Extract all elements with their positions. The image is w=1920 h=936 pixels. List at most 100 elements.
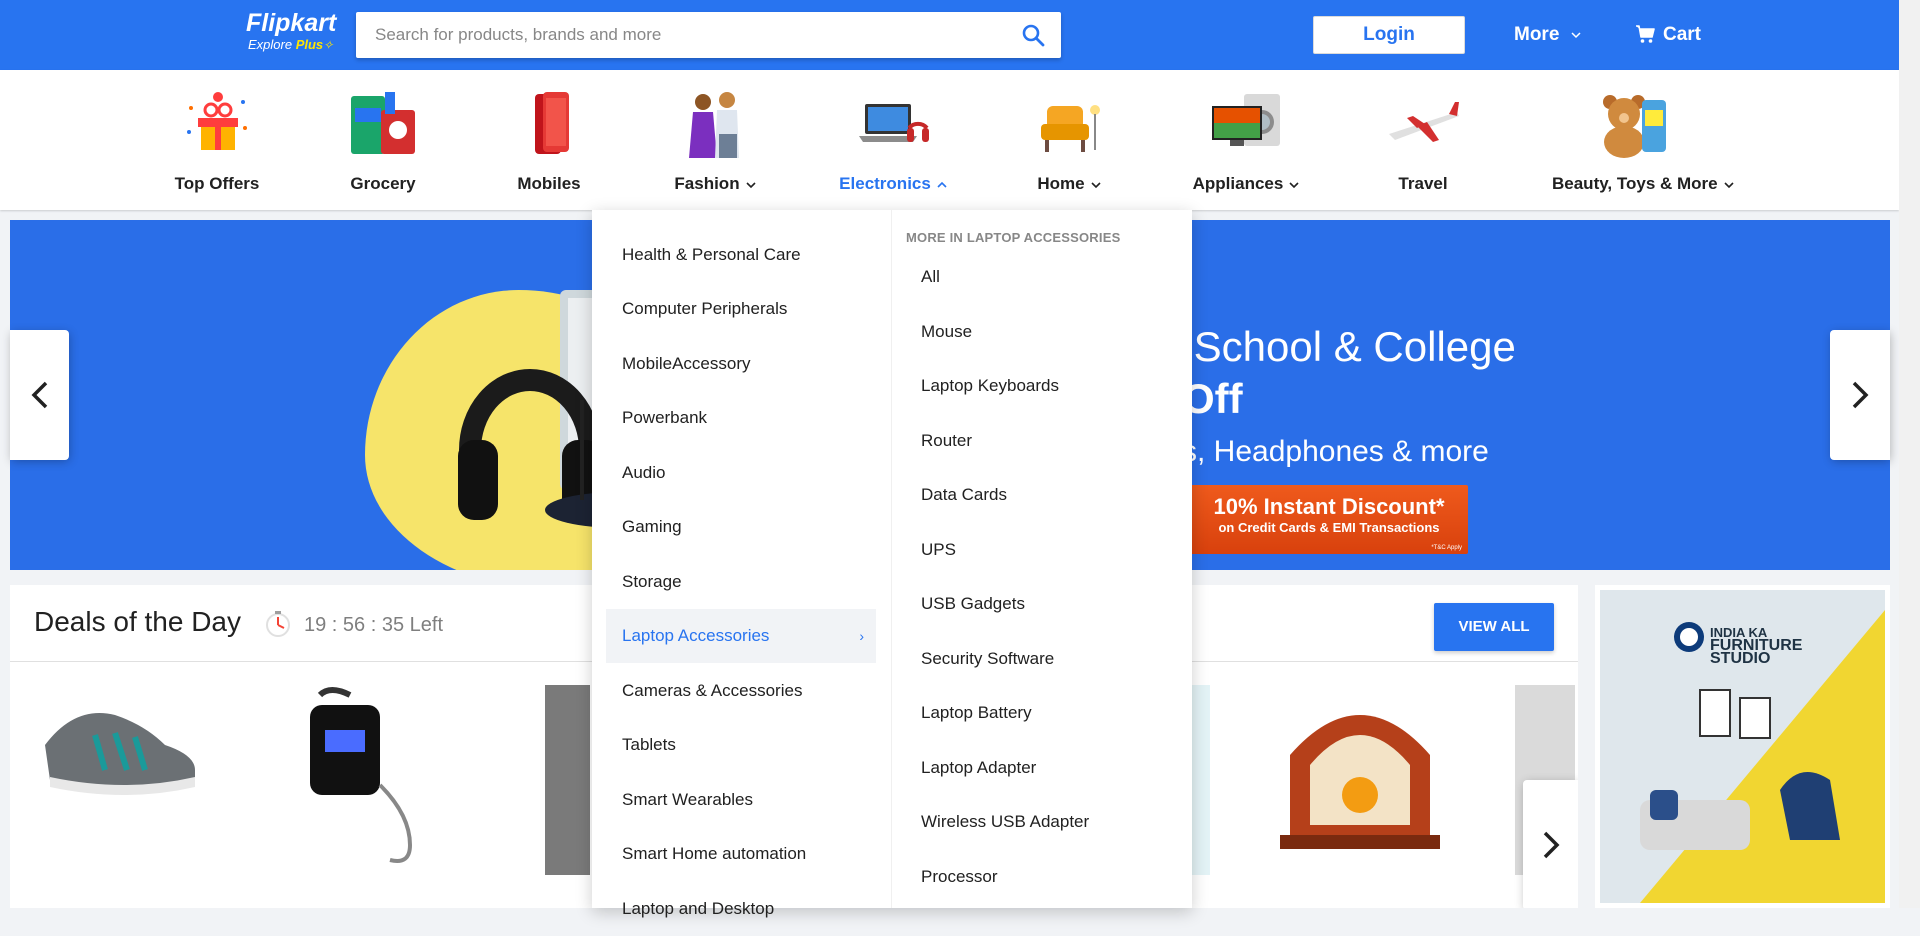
chevron-up-icon [937,181,947,188]
teddy-bear-icon [1596,88,1668,160]
dropdown-subcategory-heading: MORE IN LAPTOP ACCESSORIES [906,230,1121,245]
page-scrollbar[interactable] [1899,0,1920,908]
grocery-icon [347,88,419,160]
category-label: Appliances [1166,174,1326,194]
furniture-ad[interactable]: INDIA KA FURNITURE STUDIO [1595,585,1890,908]
search-input[interactable] [356,12,996,58]
dropdown-item-laptop-and-desktop[interactable]: Laptop and Desktop [606,882,876,936]
subcategory-laptop-battery[interactable]: Laptop Battery [921,702,1032,724]
fashion-people-icon [679,88,751,160]
terms-text: *T&C Apply [1431,545,1462,551]
cart-icon [1636,25,1655,43]
chevron-down-icon [746,181,756,188]
deal-product-partial[interactable] [545,685,590,875]
subcategory-all[interactable]: All [921,266,940,288]
category-label: Top Offers [174,174,260,193]
mobile-phone-icon [513,88,585,160]
subcategory-data-cards[interactable]: Data Cards [921,484,1007,506]
armchair-icon [1033,88,1105,160]
deal-product-shoe[interactable] [35,685,205,805]
chevron-down-icon [1724,181,1734,188]
subcategory-security-software[interactable]: Security Software [921,648,1054,670]
top-header: Flipkart Explore Plus✧ Login More Cart [0,0,1899,70]
search-icon[interactable] [1021,23,1045,47]
chevron-right-icon [1852,381,1869,409]
banner-prev-button[interactable] [10,330,69,460]
dropdown-category-list: Health & Personal Care Computer Peripher… [592,210,892,918]
category-home[interactable]: Home [989,88,1149,194]
category-appliances[interactable]: Appliances [1166,88,1326,194]
logo-subtext: Explore Plus✧ [248,37,334,53]
chevron-down-icon [1091,181,1101,188]
deals-timer: 19 : 56 : 35 Left [304,614,443,636]
whale-logo-icon [1674,622,1704,652]
logo-text: Flipkart [246,9,337,37]
dropdown-item-smart-wearables[interactable]: Smart Wearables [606,773,876,827]
tv-washer-icon [1210,88,1282,160]
banner-headline: r School & College [1168,323,1516,370]
ad-title: INDIA KA FURNITURE STUDIO [1710,625,1803,667]
category-mobiles[interactable]: Mobiles [469,88,629,194]
category-travel[interactable]: Travel [1343,88,1503,194]
dropdown-item-laptop-accessories[interactable]: Laptop Accessories › [606,609,876,663]
subcategory-laptop-adapter[interactable]: Laptop Adapter [921,757,1036,779]
subcategory-router[interactable]: Router [921,430,972,452]
discount-sub-text: on Credit Cards & EMI Transactions [1218,520,1440,535]
dropdown-item-audio[interactable]: Audio [606,446,876,500]
chevron-down-icon [1289,181,1299,188]
furniture-ad-image: INDIA KA FURNITURE STUDIO [1600,590,1885,903]
banner-next-button[interactable] [1830,330,1890,460]
plus-star-icon: ✧ [323,38,334,52]
category-beauty-toys[interactable]: Beauty, Toys & More [1552,88,1734,194]
chevron-left-icon [31,381,47,409]
more-label: More [1514,24,1560,45]
dropdown-item-computer-peripherals[interactable]: Computer Peripherals [606,282,876,336]
chevron-right-icon [1543,831,1559,859]
view-all-button[interactable]: VIEW ALL [1434,603,1554,651]
chevron-right-icon: › [859,628,864,644]
subcategory-usb-gadgets[interactable]: USB Gadgets [921,593,1025,615]
dropdown-item-smart-home-automation[interactable]: Smart Home automation [606,827,876,881]
dropdown-item-label: Laptop Accessories [622,626,770,645]
more-menu[interactable]: More [1514,22,1581,48]
discount-main-text: 10% Instant Discount* [1213,494,1445,519]
category-electronics[interactable]: Electronics [813,88,973,194]
category-navbar: Top Offers Grocery Mobiles Fashion Elect… [0,70,1899,210]
subcategory-wireless-usb-adapter[interactable]: Wireless USB Adapter [921,811,1089,833]
dropdown-item-gaming[interactable]: Gaming [606,500,876,554]
deal-product-luggage-scale[interactable] [280,685,450,875]
chevron-down-icon [1571,32,1581,39]
dropdown-item-health-personal-care[interactable]: Health & Personal Care [606,228,876,282]
category-label: Mobiles [517,174,581,193]
category-fashion[interactable]: Fashion [635,88,795,194]
subcategory-mouse[interactable]: Mouse [921,321,972,343]
category-label: Travel [1398,174,1448,193]
subcategory-processor[interactable]: Processor [921,866,998,888]
category-label: Fashion [635,174,795,194]
dropdown-subcategory-list: MORE IN LAPTOP ACCESSORIES All Mouse Lap… [892,210,1192,908]
category-label: Electronics [813,174,973,194]
dropdown-item-tablets[interactable]: Tablets [606,718,876,772]
gift-icon [181,88,253,160]
category-label: Grocery [350,174,416,193]
dropdown-item-mobile-accessory[interactable]: MobileAccessory [606,337,876,391]
search-bar [356,12,1061,58]
dropdown-item-powerbank[interactable]: Powerbank [606,391,876,445]
category-top-offers[interactable]: Top Offers [137,88,297,194]
login-button[interactable]: Login [1313,16,1465,54]
deal-product-temple[interactable] [1260,685,1460,865]
deal-product-partial[interactable] [1190,685,1210,875]
dropdown-item-storage[interactable]: Storage [606,555,876,609]
deals-next-button[interactable] [1523,780,1578,908]
dropdown-item-cameras-accessories[interactable]: Cameras & Accessories [606,664,876,718]
laptop-headphones-icon [857,88,929,160]
subcategory-laptop-keyboards[interactable]: Laptop Keyboards [921,375,1059,397]
timer-icon [266,611,290,637]
banner-subline: s, Headphones & more [1182,435,1489,468]
category-grocery[interactable]: Grocery [303,88,463,194]
category-label: Home [989,174,1149,194]
flipkart-logo[interactable]: Flipkart Explore Plus✧ [246,9,336,52]
subcategory-ups[interactable]: UPS [921,539,956,561]
cart-link[interactable]: Cart [1635,22,1701,48]
cart-label: Cart [1663,24,1702,45]
